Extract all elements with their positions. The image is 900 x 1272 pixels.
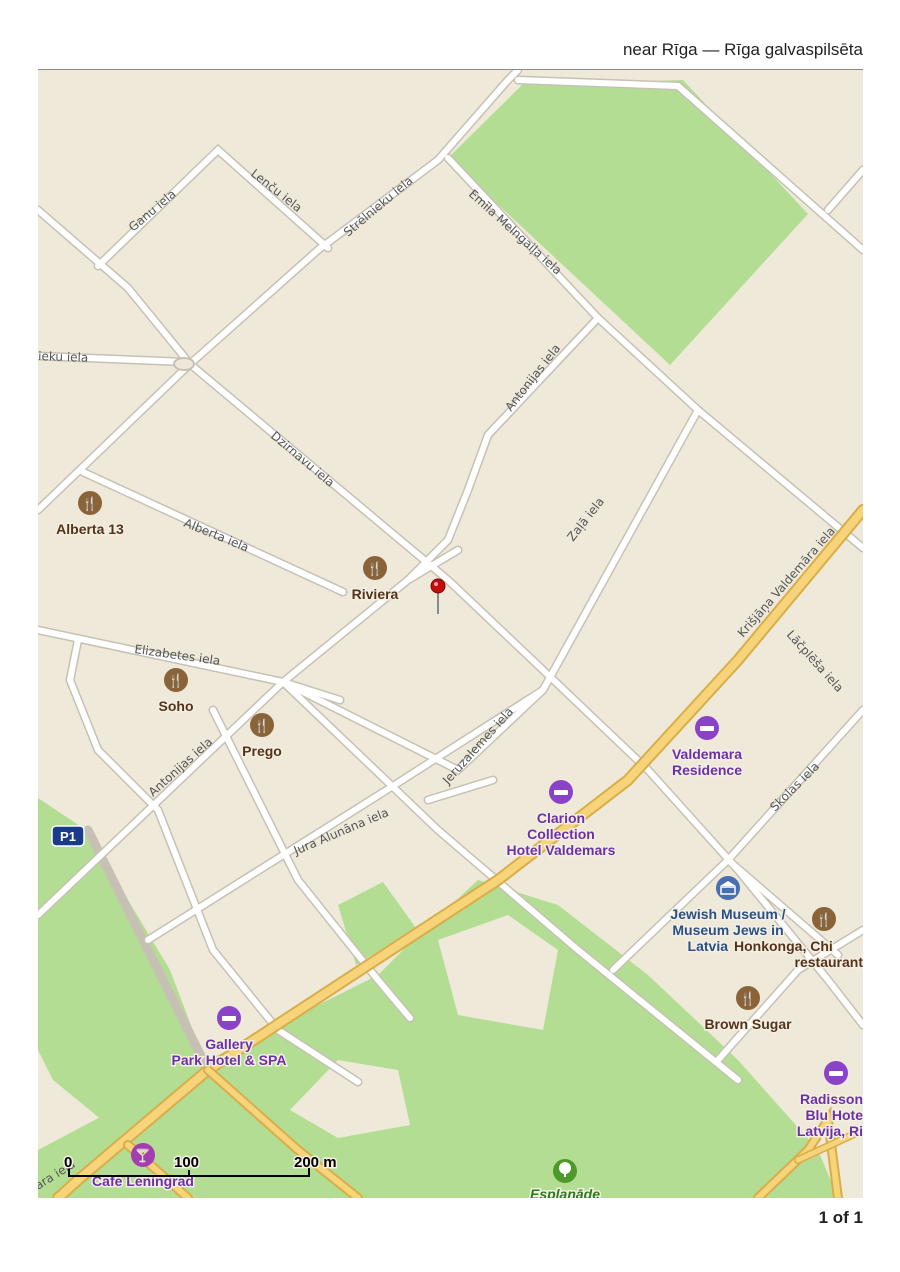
poi-label-radisson-2: Blu Hote bbox=[805, 1107, 863, 1123]
svg-text:🍴: 🍴 bbox=[168, 673, 184, 689]
svg-text:🍴: 🍴 bbox=[254, 718, 270, 734]
svg-text:🍴: 🍴 bbox=[367, 561, 383, 577]
roundabout bbox=[173, 357, 195, 371]
poi-label-prego: Prego bbox=[242, 743, 282, 759]
svg-text:🍴: 🍴 bbox=[816, 912, 832, 928]
poi-label-honkonga-1: Honkonga, Chi bbox=[734, 938, 833, 954]
scale-label-zero: 0 bbox=[64, 1154, 72, 1171]
svg-text:🍴: 🍴 bbox=[740, 991, 756, 1007]
poi-label-radisson-1: Radisson bbox=[800, 1091, 863, 1107]
scale-label-200: 200 m bbox=[294, 1154, 337, 1171]
scale-label-100: 100 bbox=[174, 1154, 199, 1171]
poi-label-valdemara-1: Valdemara bbox=[672, 746, 742, 762]
poi-label-riviera: Riviera bbox=[352, 586, 399, 602]
route-shield-label: P1 bbox=[60, 829, 76, 844]
poi-label-valdemara-2: Residence bbox=[672, 762, 742, 778]
poi-label-brown-sugar: Brown Sugar bbox=[704, 1016, 792, 1032]
map-canvas[interactable]: Ganu iela Lenču iela Strēlnieku iela Emī… bbox=[38, 69, 863, 1198]
poi-label-museum-1: Jewish Museum / bbox=[670, 906, 785, 922]
poi-label-clarion-2: Collection bbox=[527, 826, 595, 842]
poi-label-soho: Soho bbox=[159, 698, 194, 714]
poi-label-gallery-1: Gallery bbox=[205, 1036, 253, 1052]
museum-icon bbox=[716, 876, 740, 900]
svg-text:🍴: 🍴 bbox=[82, 496, 98, 512]
poi-label-honkonga-2: restaurant bbox=[795, 954, 863, 970]
poi-label-radisson-3: Latvija, Ri bbox=[797, 1123, 863, 1139]
poi-label-clarion-1: Clarion bbox=[537, 810, 585, 826]
poi-label-museum-2: Museum Jews in bbox=[672, 922, 783, 938]
page-indicator: 1 of 1 bbox=[818, 1208, 863, 1227]
street-label-eku: ieku iela bbox=[38, 349, 88, 365]
svg-text:🍸: 🍸 bbox=[135, 1147, 151, 1164]
route-shield-p1: P1 bbox=[51, 825, 85, 847]
poi-label-museum-3: Latvia bbox=[688, 938, 729, 954]
poi-label-alberta-13: Alberta 13 bbox=[56, 521, 124, 537]
poi-label-esplanade: Esplanāde bbox=[530, 1186, 600, 1198]
map-location-title: near Rīga — Rīga galvaspilsēta bbox=[622, 40, 863, 59]
poi-label-clarion-3: Hotel Valdemars bbox=[507, 842, 616, 858]
poi-label-gallery-2: Park Hotel & SPA bbox=[172, 1052, 287, 1068]
